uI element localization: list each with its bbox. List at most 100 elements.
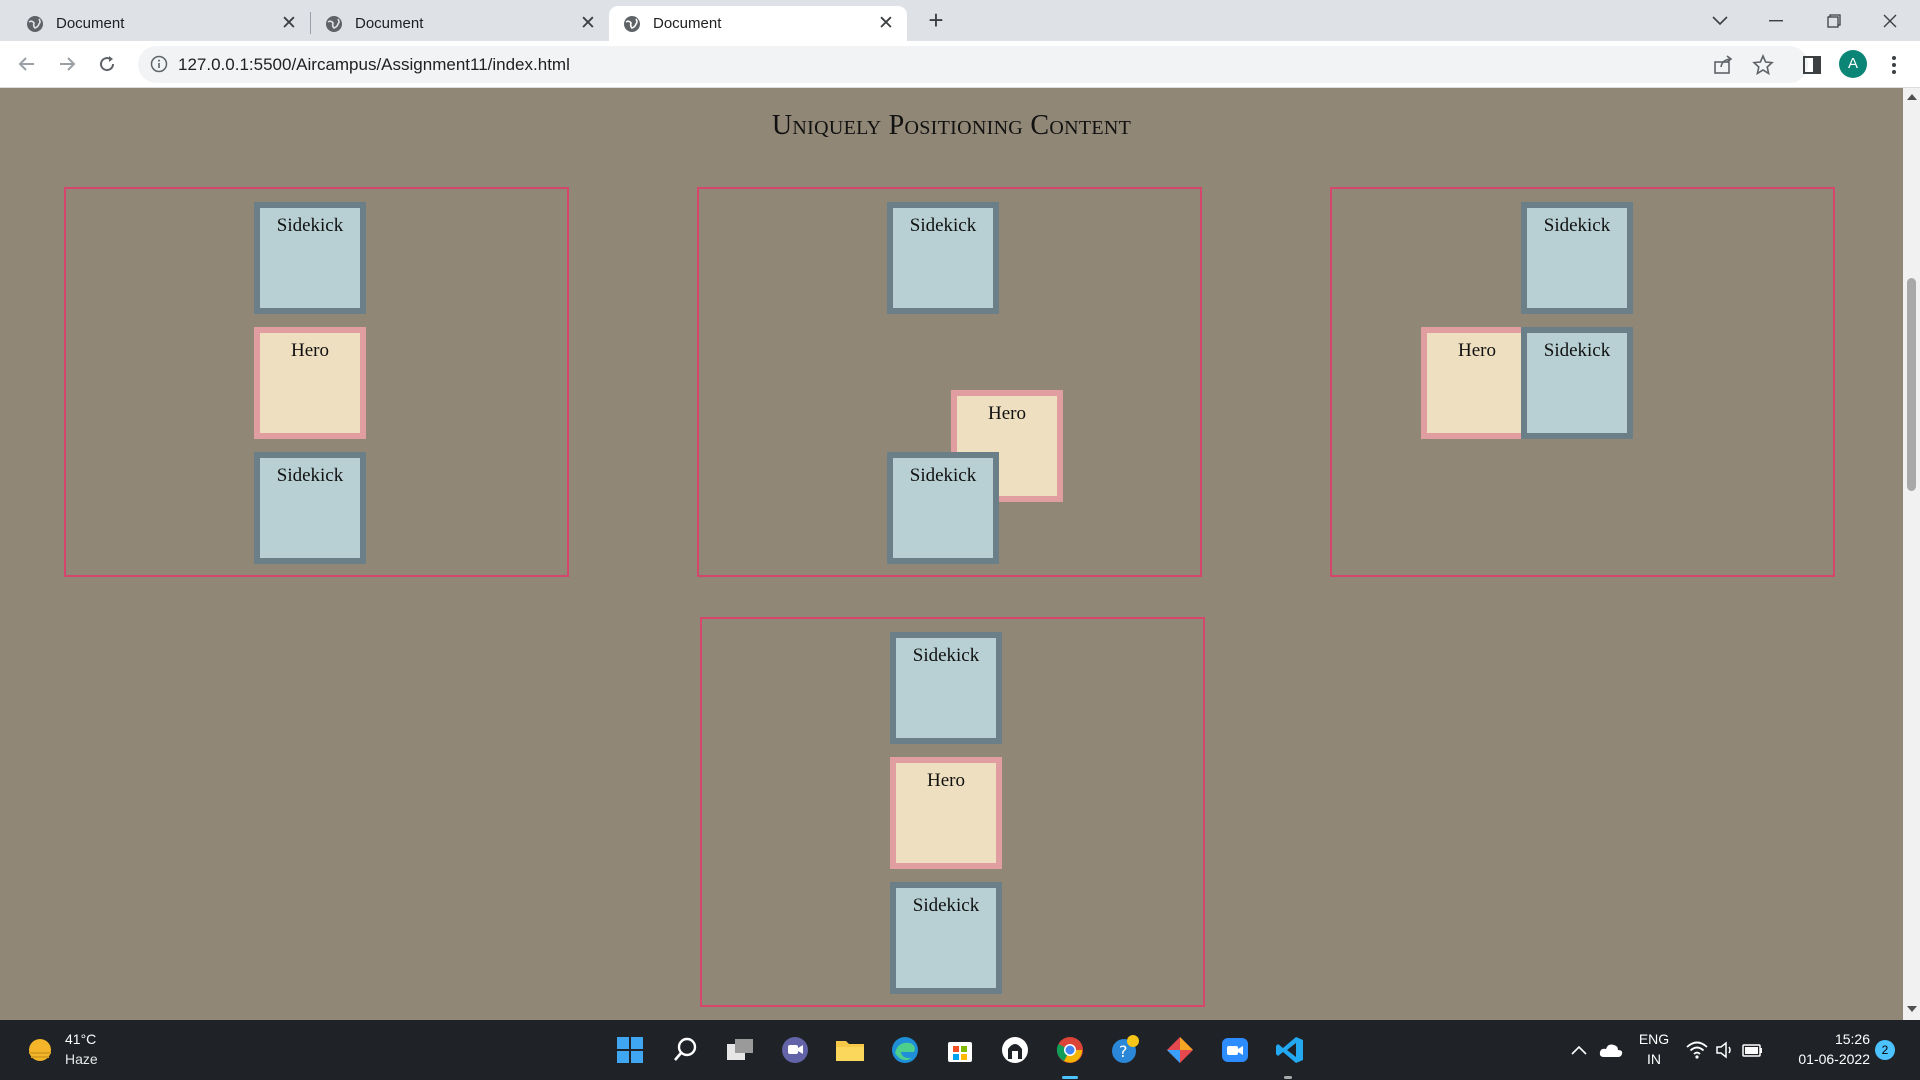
vscode-button[interactable] bbox=[1272, 1032, 1308, 1068]
chat-icon bbox=[782, 1037, 808, 1063]
sidekick-box: Sidekick bbox=[890, 882, 1002, 994]
edge-icon bbox=[892, 1037, 918, 1063]
arrow-right-icon bbox=[60, 57, 76, 71]
search-icon bbox=[674, 1037, 697, 1061]
language-indicator[interactable]: ENG bbox=[1636, 1031, 1672, 1047]
help-button[interactable]: ? bbox=[1107, 1032, 1143, 1068]
address-bar[interactable]: 127.0.0.1:5500/Aircampus/Assignment11/in… bbox=[138, 46, 1808, 83]
globe-icon bbox=[624, 15, 640, 32]
sidekick-box: Sidekick bbox=[254, 202, 366, 314]
teams-chat-button[interactable] bbox=[777, 1032, 813, 1068]
demo-frame-2: Sidekick Hero Sidekick bbox=[697, 187, 1202, 577]
demo-frame-4: Sidekick Hero Sidekick bbox=[700, 617, 1205, 1007]
browser-toolbar: 127.0.0.1:5500/Aircampus/Assignment11/in… bbox=[0, 41, 1920, 88]
scroll-down-arrow-icon[interactable] bbox=[1907, 1006, 1917, 1012]
page-viewport: Uniquely Positioning Content Sidekick He… bbox=[0, 88, 1903, 1020]
sidekick-box: Sidekick bbox=[254, 452, 366, 564]
demo-frame-3: Sidekick Hero Sidekick bbox=[1330, 187, 1835, 577]
store-icon bbox=[948, 1042, 972, 1062]
tab-search-button[interactable] bbox=[1692, 0, 1748, 41]
region-indicator: IN bbox=[1647, 1051, 1661, 1067]
minimize-icon bbox=[1769, 19, 1783, 21]
chrome-icon bbox=[1056, 1037, 1083, 1063]
active-app-indicator bbox=[1062, 1076, 1078, 1079]
url-text: 127.0.0.1:5500/Aircampus/Assignment11/in… bbox=[178, 55, 570, 74]
close-icon bbox=[1883, 14, 1897, 27]
video-camera-icon bbox=[1222, 1038, 1248, 1062]
chrome-button[interactable] bbox=[1052, 1032, 1088, 1068]
windows-logo-icon bbox=[617, 1037, 643, 1063]
globe-icon bbox=[326, 15, 342, 32]
speaker-icon bbox=[1716, 1041, 1731, 1059]
weather-description: Haze bbox=[65, 1051, 98, 1067]
weather-temperature: 41°C bbox=[65, 1031, 97, 1047]
chevron-down-icon bbox=[1712, 15, 1728, 25]
folder-icon bbox=[836, 1041, 864, 1061]
tab-document-1[interactable]: Document ✕ bbox=[0, 6, 310, 41]
star-icon[interactable] bbox=[1752, 54, 1774, 76]
tab-document-2[interactable]: Document ✕ bbox=[311, 6, 609, 41]
profile-avatar[interactable]: A bbox=[1839, 50, 1867, 78]
tab-title: Document bbox=[653, 15, 722, 32]
file-explorer-button[interactable] bbox=[832, 1032, 868, 1068]
vertical-scrollbar[interactable] bbox=[1903, 88, 1920, 1020]
hero-box: Hero bbox=[890, 757, 1002, 869]
arrow-left-icon bbox=[18, 57, 34, 71]
reload-button[interactable] bbox=[92, 49, 122, 79]
network-button[interactable] bbox=[1682, 1032, 1712, 1068]
battery-button[interactable] bbox=[1738, 1032, 1768, 1068]
close-icon[interactable]: ✕ bbox=[877, 14, 895, 33]
battery-charging-icon bbox=[1742, 1044, 1762, 1057]
zoom-button[interactable] bbox=[1217, 1032, 1253, 1068]
chevron-up-icon bbox=[1571, 1045, 1587, 1055]
restore-button[interactable] bbox=[1806, 0, 1862, 41]
sidekick-box: Sidekick bbox=[887, 452, 999, 564]
wifi-icon bbox=[1686, 1041, 1708, 1059]
close-icon[interactable]: ✕ bbox=[280, 14, 298, 33]
more-menu-icon[interactable] bbox=[1882, 53, 1906, 77]
page-title: Uniquely Positioning Content bbox=[771, 110, 1132, 141]
svg-text:?: ? bbox=[1119, 1042, 1128, 1061]
weather-widget[interactable] bbox=[22, 1032, 58, 1068]
git-tool-button[interactable] bbox=[1162, 1032, 1198, 1068]
sidekick-box: Sidekick bbox=[887, 202, 999, 314]
notification-badge[interactable]: 2 bbox=[1875, 1040, 1895, 1060]
share-icon[interactable] bbox=[1712, 54, 1734, 76]
start-button[interactable] bbox=[612, 1032, 648, 1068]
vscode-icon bbox=[1276, 1037, 1303, 1063]
minimize-button[interactable] bbox=[1748, 0, 1804, 41]
help-icon: ? bbox=[1112, 1035, 1139, 1063]
volume-button[interactable] bbox=[1710, 1032, 1740, 1068]
cloud-icon bbox=[1599, 1044, 1623, 1057]
tab-title: Document bbox=[355, 15, 424, 32]
side-panel-icon[interactable] bbox=[1800, 53, 1824, 77]
show-hidden-icons-button[interactable] bbox=[1564, 1032, 1594, 1068]
sun-haze-icon bbox=[29, 1039, 51, 1061]
app-button[interactable] bbox=[997, 1032, 1033, 1068]
clock-time[interactable]: 15:26 bbox=[1780, 1031, 1870, 1047]
app-logo-icon bbox=[1002, 1037, 1028, 1063]
back-button[interactable] bbox=[12, 49, 42, 79]
windows-taskbar: 41°C Haze ? ENG IN 15:26 01-06-2022 2 bbox=[0, 1020, 1920, 1080]
onedrive-button[interactable] bbox=[1596, 1032, 1626, 1068]
task-view-button[interactable] bbox=[722, 1032, 758, 1068]
restore-icon bbox=[1827, 13, 1841, 28]
info-icon[interactable] bbox=[150, 55, 168, 73]
tab-document-3[interactable]: Document ✕ bbox=[609, 6, 907, 41]
demo-frame-1: Sidekick Hero Sidekick bbox=[64, 187, 569, 577]
globe-icon bbox=[27, 15, 43, 32]
close-icon[interactable]: ✕ bbox=[579, 14, 597, 33]
scrollbar-thumb[interactable] bbox=[1907, 278, 1916, 491]
tab-strip: Document ✕ Document ✕ Document ✕ + bbox=[0, 0, 1920, 41]
close-window-button[interactable] bbox=[1862, 0, 1918, 41]
search-button[interactable] bbox=[668, 1032, 704, 1068]
sidekick-box: Sidekick bbox=[1521, 327, 1633, 439]
store-button[interactable] bbox=[942, 1032, 978, 1068]
task-view-icon bbox=[727, 1039, 753, 1060]
reload-icon bbox=[100, 56, 115, 72]
edge-button[interactable] bbox=[887, 1032, 923, 1068]
scroll-up-arrow-icon[interactable] bbox=[1907, 94, 1917, 100]
new-tab-button[interactable]: + bbox=[922, 6, 950, 34]
clock-date: 01-06-2022 bbox=[1798, 1051, 1870, 1067]
forward-button[interactable] bbox=[52, 49, 82, 79]
